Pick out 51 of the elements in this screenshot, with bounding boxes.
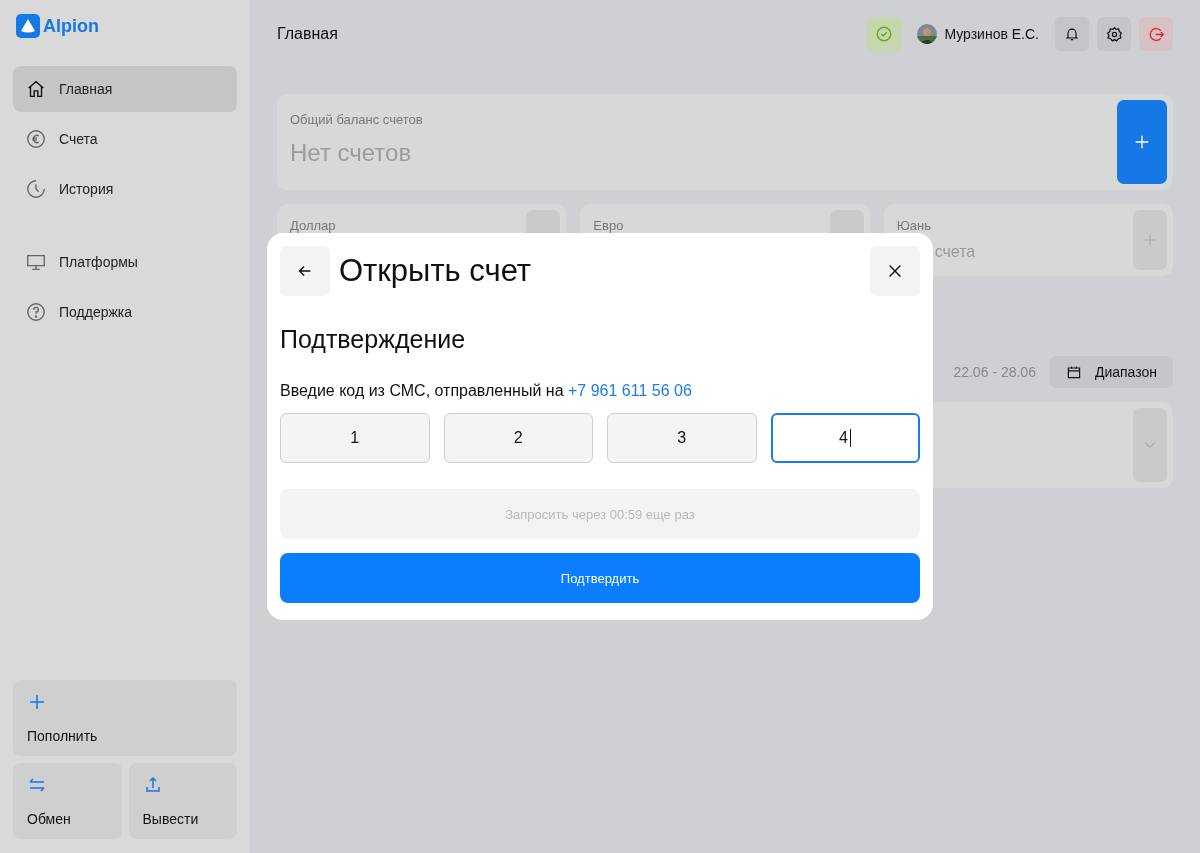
logo-text: Alpion [43,15,99,37]
sms-prompt: Введие код из СМС, отправленный на +7 961 611 56 06 [280,382,693,400]
nav-item[interactable]: История [13,166,237,212]
nav-item[interactable]: Счета [13,116,237,162]
action-button[interactable]: Пополнить [13,680,237,756]
euro-icon [25,128,47,150]
date-range: 22.06 - 28.06 [953,364,1036,380]
action-button[interactable]: Вывести [128,763,237,839]
add-button[interactable] [1133,210,1167,270]
nav-item[interactable]: Главная [13,66,237,112]
code-field[interactable]: 3 [607,413,757,463]
home-icon [25,78,47,100]
nav-item[interactable]: Платформы [13,239,237,285]
currency-label: Евро [593,218,624,233]
page-title: Главная [277,25,338,43]
action-button[interactable]: Обмен [13,763,122,839]
plus-icon [27,692,47,712]
status-button[interactable] [867,17,902,51]
code-field[interactable]: 4 [770,413,920,463]
balance-value: Нет счетов [290,139,413,167]
balance-label: Общий баланс счетов [290,112,423,127]
currency-label: Юань [896,218,932,233]
back-button[interactable] [280,246,330,296]
close-icon [886,262,904,280]
range-button[interactable]: Диапазон [1049,356,1173,388]
logout-icon [1147,25,1165,43]
confirm-button[interactable]: Подтвердить [280,553,920,603]
modal-subtitle: Подтверждение [280,325,467,354]
add-account-button[interactable] [1117,100,1167,184]
nav-item[interactable]: Поддержка [13,289,237,335]
logout-button[interactable] [1139,17,1173,51]
plus-icon [1142,232,1158,248]
calendar-icon [1065,364,1082,380]
logo-icon [16,14,40,38]
code-field[interactable]: 2 [443,413,593,463]
currency-label: Доллар [290,218,336,233]
settings-icon [1105,25,1123,43]
bell-icon [1064,26,1080,42]
help-icon [25,301,47,323]
phone-link[interactable]: +7 961 611 56 06 [567,382,692,399]
modal-title: Открыть счет [339,253,532,289]
close-button[interactable] [870,246,920,296]
notifications-button[interactable] [1055,17,1089,51]
settings-button[interactable] [1097,17,1131,51]
clock-icon [25,178,47,200]
currency-value: счета [933,243,976,261]
plus-icon [1133,133,1151,151]
check-circle-icon [875,25,894,43]
code-field[interactable]: 1 [280,413,430,463]
user-menu[interactable]: Мурзинов Е.С. [917,24,1039,44]
expand-button[interactable] [1133,408,1167,482]
